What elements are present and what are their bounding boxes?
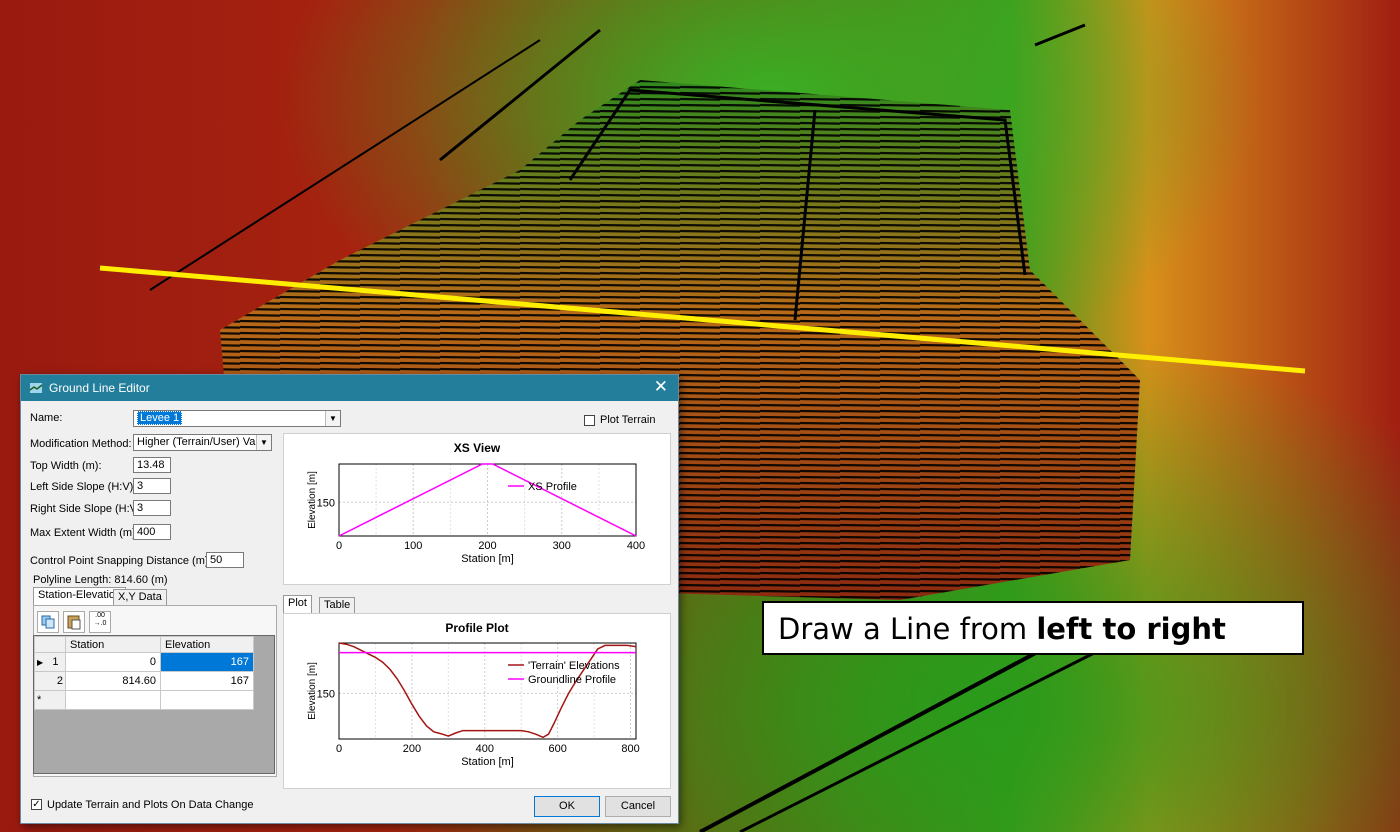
x-axis-label: Station [m]: [461, 756, 514, 768]
chart-title: Profile Plot: [445, 621, 508, 635]
paste-icon[interactable]: [63, 611, 85, 633]
y-axis-label: Elevation [m]: [307, 471, 318, 529]
elevation-cell[interactable]: 167: [160, 671, 254, 691]
row-header[interactable]: 2: [34, 671, 66, 691]
station-cell[interactable]: 0: [65, 652, 161, 672]
profile-plot-chart: Profile Plot 0 200 400 600 800 150 Station [m] E…: [307, 621, 640, 768]
x-tick-label: 400: [627, 540, 645, 552]
top-width-label: Top Width (m):: [30, 460, 102, 472]
cancel-button[interactable]: Cancel: [605, 796, 671, 817]
x-tick-label: 300: [553, 540, 571, 552]
series-line: [338, 642, 637, 739]
x-tick-label: 400: [476, 743, 494, 755]
row-header[interactable]: *: [34, 690, 66, 710]
max-extent-field[interactable]: 400: [133, 524, 171, 540]
copy-icon[interactable]: [37, 611, 59, 633]
snapping-label: Control Point Snapping Distance (m):: [30, 555, 212, 567]
chevron-down-icon: ▼: [325, 411, 340, 426]
column-header-station[interactable]: Station: [65, 636, 161, 653]
x-tick-label: 200: [478, 540, 496, 552]
right-slope-label: Right Side Slope (H:V):: [30, 503, 144, 515]
title-bar: Ground Line Editor ✕: [21, 375, 678, 401]
instruction-callout: Draw a Line from left to right: [762, 601, 1304, 655]
x-tick-label: 800: [621, 743, 639, 755]
close-icon[interactable]: ✕: [654, 377, 668, 397]
name-value: Levee 1: [137, 411, 183, 425]
ground-line-editor-dialog: Ground Line Editor ✕ Name: Levee 1 ▼ Plo…: [20, 374, 679, 824]
legend-label: XS Profile: [528, 481, 577, 493]
polyline-length: Polyline Length: 814.60 (m): [33, 574, 168, 586]
modification-method-value: Higher (Terrain/User) Value: [137, 436, 271, 448]
row-marker: ▶: [37, 658, 44, 667]
tab-plot[interactable]: Plot: [283, 595, 312, 613]
dialog-title: Ground Line Editor: [49, 381, 150, 395]
xs-view-chart: XS View 0 100 200 300 400 150 Station [m] Elevat…: [307, 441, 645, 565]
row-number: 1: [52, 656, 59, 668]
station-cell[interactable]: [65, 690, 161, 710]
station-cell[interactable]: 814.60: [65, 671, 161, 691]
ok-button[interactable]: OK: [534, 796, 600, 817]
xs-view-panel: XS View 0 100 200 300 400 150 Station [m] Elevat…: [283, 433, 671, 585]
x-tick-label: 200: [403, 743, 421, 755]
chevron-down-icon: ▼: [256, 435, 271, 450]
left-slope-field[interactable]: 3: [133, 478, 171, 494]
row-header[interactable]: ▶ 1: [34, 652, 66, 672]
x-tick-label: 0: [336, 743, 342, 755]
name-label: Name:: [30, 412, 63, 424]
x-tick-label: 0: [336, 540, 342, 552]
decimal-icon[interactable]: .00 →.0: [89, 611, 111, 633]
station-elevation-table: Station Elevation ▶ 1 0 167 2 814.60 167…: [33, 635, 275, 774]
table-corner: [34, 636, 66, 653]
tab-table[interactable]: Table: [319, 597, 356, 613]
elevation-cell[interactable]: 167: [160, 652, 254, 672]
table-row[interactable]: 2 814.60 167: [34, 671, 254, 691]
plot-terrain-label: Plot Terrain: [600, 414, 656, 426]
legend-label: Groundline Profile: [528, 674, 616, 686]
tab-xy-data[interactable]: X,Y Data: [113, 589, 167, 605]
y-axis-label: Elevation [m]: [307, 662, 318, 720]
right-slope-field[interactable]: 3: [133, 500, 171, 516]
left-slope-label: Left Side Slope (H:V):: [30, 481, 137, 493]
name-dropdown[interactable]: Levee 1 ▼: [133, 410, 341, 427]
instruction-text: Draw a Line from: [778, 612, 1037, 646]
x-axis-label: Station [m]: [461, 553, 514, 565]
column-header-elevation[interactable]: Elevation: [160, 636, 254, 653]
modification-method-dropdown[interactable]: Higher (Terrain/User) Value ▼: [133, 434, 272, 451]
update-label: Update Terrain and Plots On Data Change: [47, 799, 254, 811]
top-width-field[interactable]: 13.48: [133, 457, 171, 473]
snapping-field[interactable]: 50: [206, 552, 244, 568]
max-extent-label: Max Extent Width (m):: [30, 527, 139, 539]
table-row[interactable]: *: [34, 690, 254, 710]
plot-terrain-checkbox[interactable]: [584, 415, 595, 426]
elevation-cell[interactable]: [160, 690, 254, 710]
y-tick-label: 150: [317, 497, 335, 509]
app-icon: [29, 383, 43, 393]
update-checkbox[interactable]: ✓: [31, 799, 42, 810]
legend-label: 'Terrain' Elevations: [528, 660, 620, 672]
profile-plot-panel: Profile Plot 0 200 400 600 800 150 Station [m] E…: [283, 613, 671, 789]
modification-method-label: Modification Method:: [30, 438, 132, 450]
x-tick-label: 600: [548, 743, 566, 755]
x-tick-label: 100: [404, 540, 422, 552]
y-tick-label: 150: [317, 688, 335, 700]
chart-title: XS View: [454, 441, 501, 455]
table-row[interactable]: ▶ 1 0 167: [34, 652, 254, 672]
instruction-emphasis: left to right: [1036, 612, 1226, 646]
